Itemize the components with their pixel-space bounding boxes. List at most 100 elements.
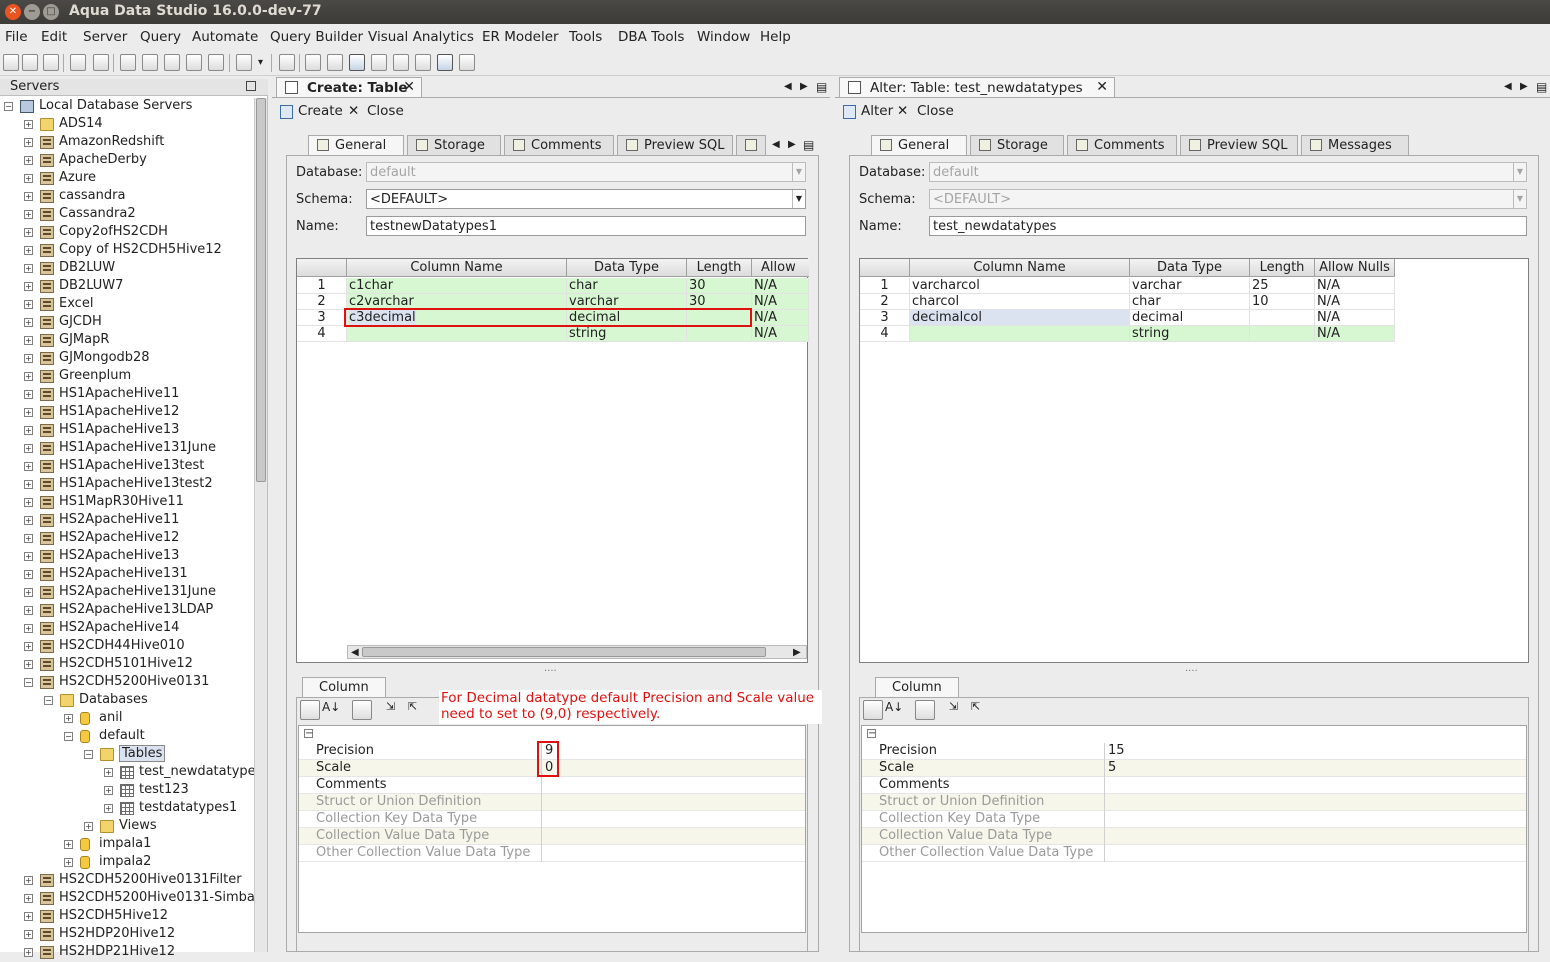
property-value[interactable]: 5: [1108, 760, 1116, 776]
tree-server-item[interactable]: + DB2LUW7: [0, 278, 254, 296]
tree-server-item[interactable]: + Excel: [0, 296, 254, 314]
close-window-icon[interactable]: ✕: [5, 4, 21, 20]
tree-database-item[interactable]: + impala1: [0, 836, 254, 854]
delete-server-icon[interactable]: [22, 54, 38, 71]
tree-server-item[interactable]: + HS2CDH5Hive12: [0, 908, 254, 926]
column-tab[interactable]: Column: [302, 677, 386, 697]
tree-table-item[interactable]: + test123: [0, 782, 254, 800]
tab-scroll-right-icon[interactable]: ▶: [800, 81, 808, 92]
expand-icon[interactable]: +: [24, 174, 33, 183]
cell-column-name[interactable]: [910, 326, 1130, 342]
expand-icon[interactable]: +: [24, 264, 33, 273]
collapse-all-icon[interactable]: ⇱: [408, 700, 428, 720]
tree-server-item[interactable]: + AmazonRedshift: [0, 134, 254, 152]
scroll-right-icon[interactable]: ▶: [793, 647, 801, 658]
data-type-header[interactable]: Data Type: [1130, 259, 1250, 277]
tree-server-item[interactable]: + DB2LUW: [0, 260, 254, 278]
expand-icon[interactable]: +: [24, 408, 33, 417]
cell-length[interactable]: [1250, 326, 1315, 342]
property-row[interactable]: Struct or Union Definition: [862, 794, 1526, 811]
expand-icon[interactable]: +: [24, 246, 33, 255]
cell-column-name[interactable]: varcharcol: [910, 278, 1130, 294]
cell-data-type[interactable]: char: [1130, 294, 1250, 310]
expand-icon[interactable]: +: [24, 606, 33, 615]
expand-icon[interactable]: +: [104, 768, 113, 777]
tree-server-item[interactable]: + HS1MapR30Hive11: [0, 494, 254, 512]
subtab-left-icon[interactable]: ◀: [772, 139, 780, 150]
menu-window[interactable]: Window: [697, 29, 750, 45]
refresh-icon[interactable]: [43, 54, 59, 71]
column-tab[interactable]: Column: [875, 677, 959, 697]
tab-scroll-left-icon[interactable]: ◀: [784, 81, 792, 92]
expand-icon[interactable]: +: [24, 192, 33, 201]
tree-server-item[interactable]: + HS1ApacheHive12: [0, 404, 254, 422]
sort-alpha-icon[interactable]: A↓: [322, 700, 342, 720]
subtab-general[interactable]: General: [871, 135, 967, 156]
expand-icon[interactable]: +: [24, 570, 33, 579]
tree-views-folder[interactable]: + Views: [0, 818, 254, 836]
cell-data-type[interactable]: decimal: [1130, 310, 1250, 326]
cell-allow-nulls[interactable]: N/A: [752, 326, 809, 342]
expand-icon[interactable]: +: [24, 480, 33, 489]
subtab-storage[interactable]: Storage: [970, 135, 1064, 155]
tree-server-item[interactable]: + Copy of HS2CDH5Hive12: [0, 242, 254, 260]
expand-icon[interactable]: +: [24, 552, 33, 561]
tree-server-item[interactable]: + GJMongodb28: [0, 350, 254, 368]
subtab-storage[interactable]: Storage: [407, 135, 501, 155]
name-input[interactable]: testnewDatatypes1: [366, 216, 806, 236]
sort-alpha-icon[interactable]: A↓: [885, 700, 905, 720]
cell-data-type[interactable]: varchar: [1130, 278, 1250, 294]
expand-icon[interactable]: +: [24, 228, 33, 237]
tree-server-item[interactable]: + ApacheDerby: [0, 152, 254, 170]
subtab-comments[interactable]: Comments: [504, 135, 614, 155]
cell-allow-nulls[interactable]: N/A: [752, 310, 809, 326]
cell-data-type[interactable]: char: [567, 278, 687, 294]
menu-tools[interactable]: Tools: [569, 29, 602, 45]
tab-create-table[interactable]: Create: Table ✕: [276, 77, 422, 97]
collapse-all-icon[interactable]: ⇱: [971, 700, 991, 720]
tab-list-icon[interactable]: ▤: [816, 80, 827, 94]
tree-tables-folder[interactable]: − Tables: [0, 745, 254, 764]
cell-length[interactable]: [687, 326, 752, 342]
cell-allow-nulls[interactable]: N/A: [1315, 326, 1395, 342]
menu-dba-tools[interactable]: DBA Tools: [618, 29, 684, 45]
expand-icon[interactable]: +: [24, 642, 33, 651]
close-button[interactable]: Close: [367, 103, 404, 119]
layout-4-icon[interactable]: [371, 54, 387, 71]
expand-icon[interactable]: +: [24, 318, 33, 327]
subtab-right-icon[interactable]: ▶: [788, 139, 796, 150]
tree-server-item[interactable]: + HS2HDP21Hive12: [0, 944, 254, 962]
cell-column-name[interactable]: charcol: [910, 294, 1130, 310]
alter-button[interactable]: Alter: [861, 103, 893, 119]
columns-grid[interactable]: Column Name Data Type Length Allow Nulls…: [859, 258, 1529, 663]
tree-server-item[interactable]: + HS2ApacheHive14: [0, 620, 254, 638]
tab-scroll-right-icon[interactable]: ▶: [1520, 81, 1528, 92]
expand-icon[interactable]: +: [24, 282, 33, 291]
expand-icon[interactable]: +: [104, 786, 113, 795]
subtab-messages[interactable]: Messages: [1301, 135, 1409, 155]
categorized-icon[interactable]: [863, 700, 883, 720]
query-builder-icon[interactable]: [142, 54, 158, 71]
subtab-preview-sql[interactable]: Preview SQL: [617, 135, 733, 155]
expand-icon[interactable]: +: [104, 804, 113, 813]
column-name-header[interactable]: Column Name: [910, 259, 1130, 277]
cell-length[interactable]: 30: [687, 278, 752, 294]
dropdown-arrow-icon[interactable]: ▾: [258, 57, 263, 68]
cell-data-type[interactable]: string: [1130, 326, 1250, 342]
cell-column-name[interactable]: [347, 326, 567, 342]
tree-server-item[interactable]: + HS2CDH5200Hive0131Filter: [0, 872, 254, 890]
expand-icon[interactable]: +: [24, 588, 33, 597]
layout-5-icon[interactable]: [393, 54, 409, 71]
layout-7-icon[interactable]: [437, 54, 453, 71]
cell-allow-nulls[interactable]: N/A: [1315, 310, 1395, 326]
tree-server-item[interactable]: + cassandra: [0, 188, 254, 206]
alter-icon[interactable]: [843, 105, 856, 119]
menu-query-builder[interactable]: Query Builder: [270, 29, 363, 45]
tab-alter-table[interactable]: Alter: Table: test_newdatatypes ✕: [839, 77, 1115, 97]
tree-server-item[interactable]: + HS2CDH44Hive010: [0, 638, 254, 656]
print-icon[interactable]: [279, 54, 295, 71]
tree-server-item[interactable]: + HS2ApacheHive131: [0, 566, 254, 584]
create-icon[interactable]: [280, 105, 293, 119]
menu-visual-analytics[interactable]: Visual Analytics: [368, 29, 474, 45]
property-row[interactable]: Collection Key Data Type: [862, 811, 1526, 828]
